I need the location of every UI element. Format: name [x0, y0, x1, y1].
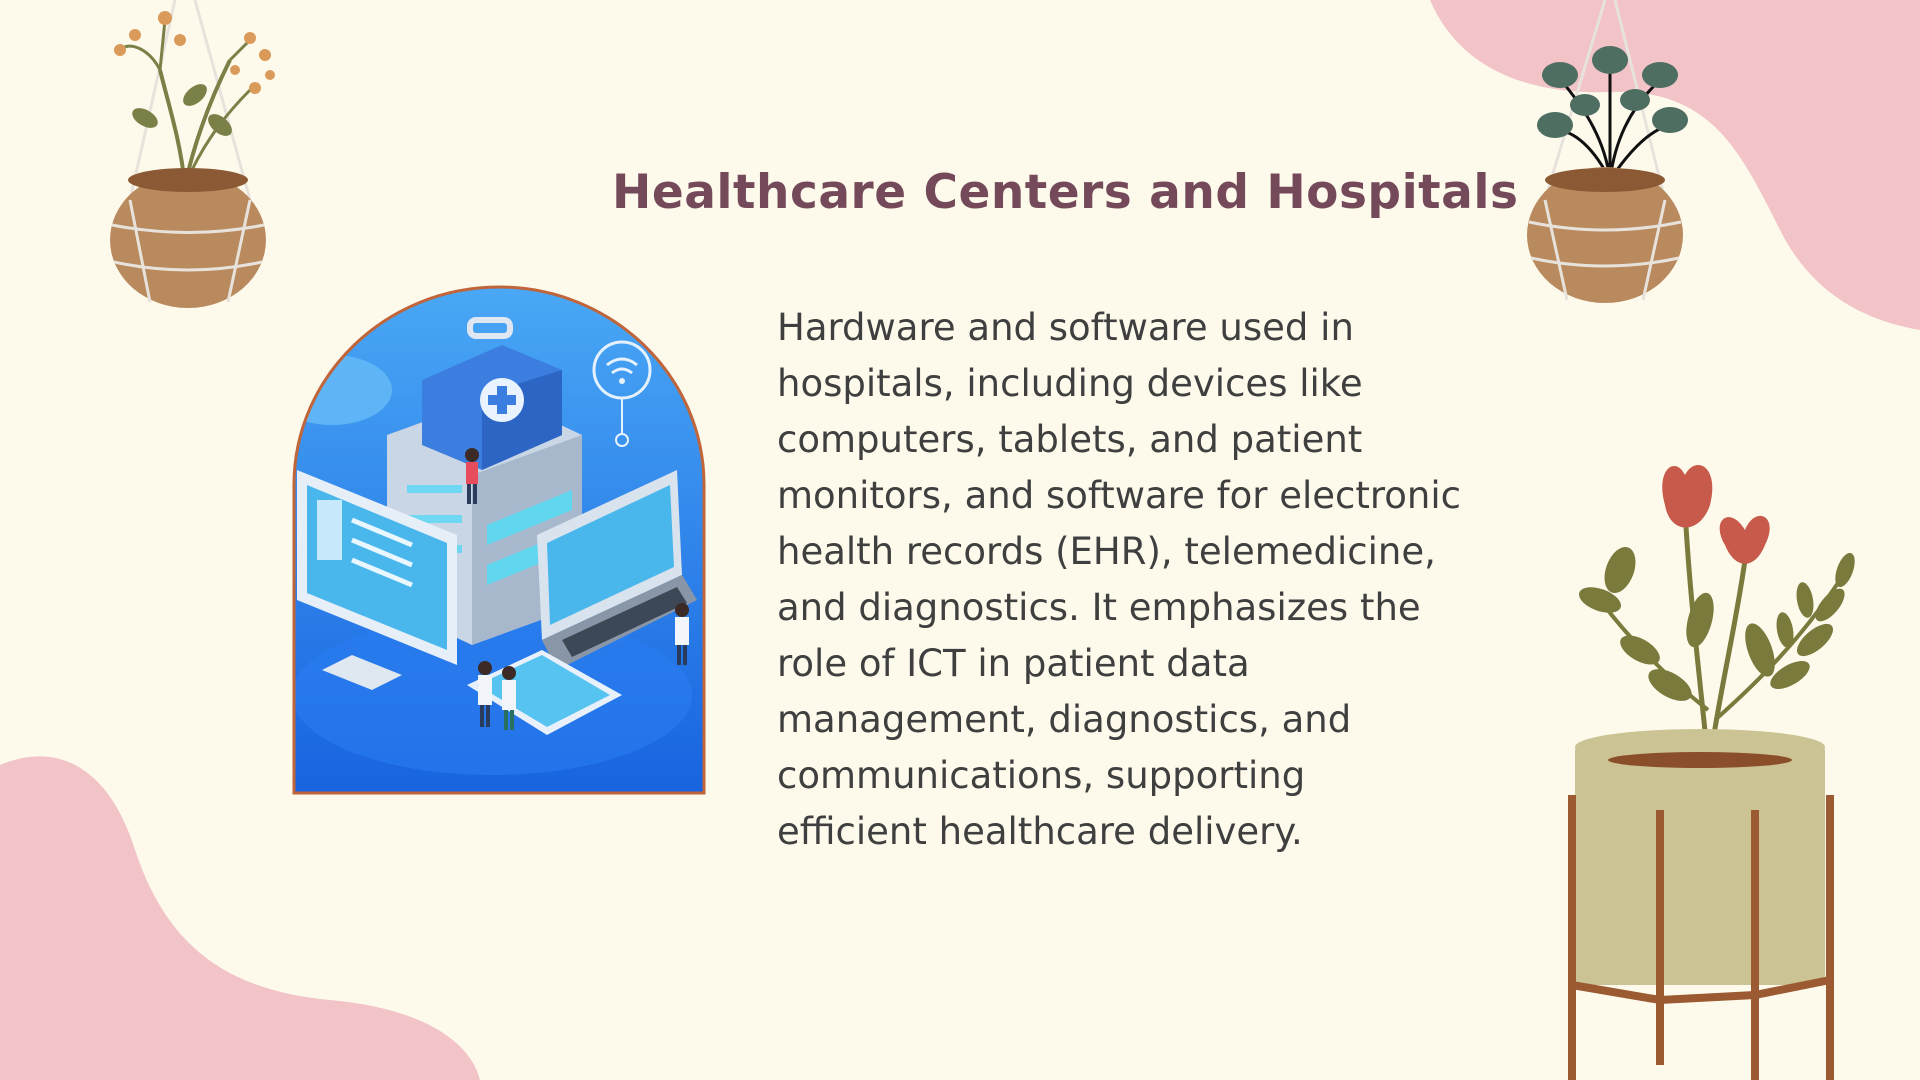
slide-title: Healthcare Centers and Hospitals: [612, 165, 1519, 220]
slide-body-text: Hardware and software used in hospitals,…: [777, 306, 1461, 853]
hanging-plant-right-icon: [1527, 0, 1688, 303]
hanging-plant-left-icon: [110, 0, 275, 308]
healthcare-devices-illustration: [292, 285, 706, 795]
slide: Healthcare Centers and Hospitals Hardwar…: [0, 0, 1920, 1080]
potted-plant-on-stand-icon: [1568, 465, 1855, 1080]
